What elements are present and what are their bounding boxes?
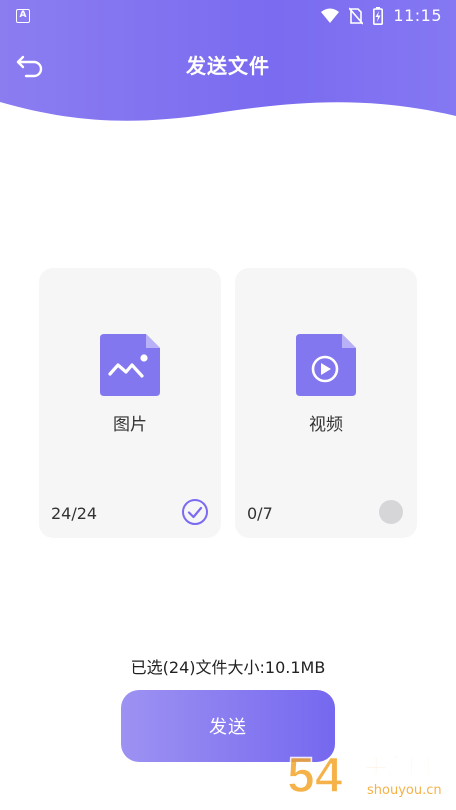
no-sim-icon: [349, 6, 364, 25]
image-file-icon: [100, 334, 160, 396]
card-label-photos: 图片: [113, 415, 147, 435]
watermark-sub: shouyou.cn: [367, 783, 442, 798]
card-photos[interactable]: 图片 24/24: [39, 268, 221, 538]
wifi-icon: [321, 8, 340, 23]
main-content: 图片 24/24 视频 0/7 已选(24)文件大小:10.1MB 发送: [0, 130, 456, 810]
card-label-videos: 视频: [309, 415, 343, 435]
status-bar: A 11:15: [0, 0, 456, 32]
status-time: 11:15: [393, 6, 442, 25]
video-file-icon: [296, 334, 356, 396]
nav-bar: 发送文件: [0, 40, 456, 92]
battery-charging-icon: [373, 6, 384, 25]
watermark-text: 手游网: [365, 754, 431, 780]
selection-summary: 已选(24)文件大小:10.1MB: [130, 658, 326, 677]
unselected-radio[interactable]: [379, 500, 403, 524]
card-count-photos: 24/24: [51, 504, 98, 523]
page-title: 发送文件: [186, 54, 270, 78]
card-count-videos: 0/7: [247, 504, 273, 523]
header-wave: [0, 102, 456, 132]
watermark-digits: 54: [287, 747, 343, 802]
watermark-logo: 54 手游网 shouyou.cn: [286, 746, 442, 802]
status-right-group: 11:15: [321, 6, 442, 25]
card-videos[interactable]: 视频 0/7: [235, 268, 417, 538]
check-circle-icon[interactable]: [181, 498, 209, 526]
status-app-icon: A: [16, 9, 30, 23]
